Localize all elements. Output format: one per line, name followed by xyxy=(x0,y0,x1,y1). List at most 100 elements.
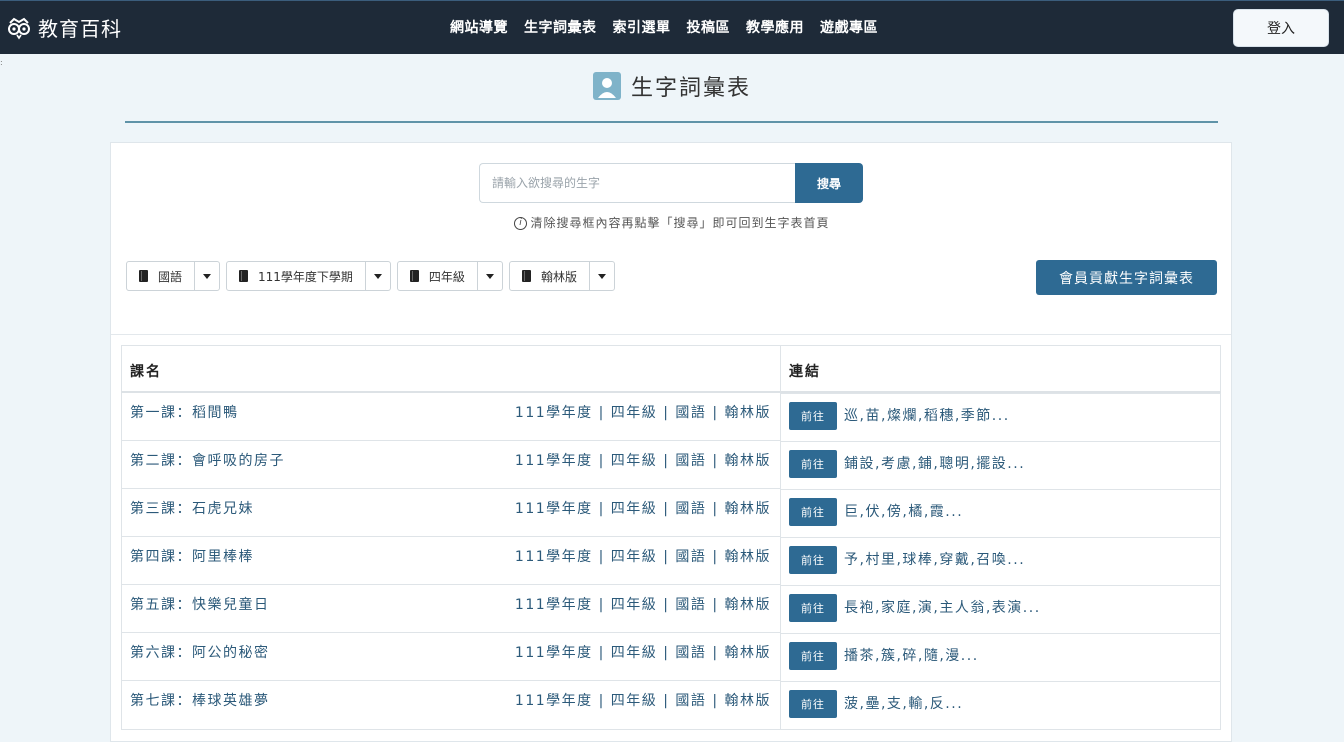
filter-semester: 111學年度下學期 xyxy=(226,261,391,291)
nav-item-submit[interactable]: 投稿區 xyxy=(687,17,731,37)
filter-semester-toggle[interactable] xyxy=(366,262,390,290)
filter-subject-label: 國語 xyxy=(158,269,183,284)
lesson-name-cell: 第五課：快樂兒童日 111學年度 | 四年級 | 國語 | 翰林版 xyxy=(121,584,781,633)
nav-item-teaching[interactable]: 教學應用 xyxy=(746,17,804,37)
lesson-title-link[interactable]: 第一課：稻間鴨 xyxy=(130,402,239,422)
lesson-meta: 111學年度 | 四年級 | 國語 | 翰林版 xyxy=(514,549,771,565)
table-row: 第四課：阿里棒棒 111學年度 | 四年級 | 國語 | 翰林版 前往 予,村里… xyxy=(121,536,1221,585)
nav-item-vocabulary[interactable]: 生字詞彙表 xyxy=(524,17,597,37)
book-icon xyxy=(239,270,249,282)
brand-logo[interactable]: 教育百科 xyxy=(6,13,122,42)
book-icon xyxy=(409,270,419,282)
lesson-title-link[interactable]: 第二課：會呼吸的房子 xyxy=(130,450,285,470)
lesson-characters: 予,村里,球棒,穿戴,召喚... xyxy=(844,551,1026,568)
filter-grade-label: 四年級 xyxy=(428,269,465,284)
table-row: 第五課：快樂兒童日 111學年度 | 四年級 | 國語 | 翰林版 前往 長袍,… xyxy=(121,584,1221,633)
search-hint: i 清除搜尋框內容再點擊「搜尋」即可回到生字表首頁 xyxy=(111,214,1233,231)
go-button[interactable]: 前往 xyxy=(789,689,837,718)
lesson-characters: 菠,壘,支,輸,反... xyxy=(844,695,964,712)
go-button[interactable]: 前往 xyxy=(789,497,837,526)
filter-grade-toggle[interactable] xyxy=(478,262,502,290)
table-row: 第六課：阿公的秘密 111學年度 | 四年級 | 國語 | 翰林版 前往 播茶,… xyxy=(121,632,1221,681)
edge-marker: : xyxy=(0,58,3,67)
book-icon xyxy=(521,270,531,282)
user-profile-icon xyxy=(592,72,621,100)
top-navbar: 教育百科 網站導覽 生字詞彙表 索引選單 投稿區 教學應用 遊戲專區 登入 xyxy=(0,0,1344,54)
lesson-link-cell: 前往 巡,苗,燦爛,稻穗,季節... xyxy=(781,392,1220,441)
lesson-title-link[interactable]: 第五課：快樂兒童日 xyxy=(130,594,270,614)
lesson-characters: 鋪設,考慮,鋪,聰明,擺設... xyxy=(844,455,1026,472)
search-bar: 搜尋 xyxy=(479,163,863,203)
info-icon: i xyxy=(514,217,528,230)
brand-name: 教育百科 xyxy=(38,17,122,41)
table-row: 第二課：會呼吸的房子 111學年度 | 四年級 | 國語 | 翰林版 前往 鋪設… xyxy=(121,440,1221,489)
lesson-title-link[interactable]: 第六課：阿公的秘密 xyxy=(130,642,270,662)
heading-divider xyxy=(125,121,1218,123)
filter-group: 國語 111學年度下學期 四年級 翰林版 xyxy=(126,261,621,291)
page-title: 生字詞彙表 xyxy=(630,76,751,101)
lesson-meta: 111學年度 | 四年級 | 國語 | 翰林版 xyxy=(514,501,771,517)
nav-item-index[interactable]: 索引選單 xyxy=(613,17,671,37)
lesson-title-link[interactable]: 第四課：阿里棒棒 xyxy=(130,546,254,566)
lesson-title-link[interactable]: 第七課：棒球英雄夢 xyxy=(130,690,270,710)
lesson-link-cell: 前往 菠,壘,支,輸,反... xyxy=(781,680,1220,729)
lesson-name-cell: 第六課：阿公的秘密 111學年度 | 四年級 | 國語 | 翰林版 xyxy=(121,632,781,681)
lesson-meta: 111學年度 | 四年級 | 國語 | 翰林版 xyxy=(514,645,771,661)
filter-subject: 國語 xyxy=(126,261,221,291)
lesson-link-cell: 前往 巨,伏,傍,橘,霞... xyxy=(781,488,1220,537)
caret-down-icon xyxy=(485,273,494,279)
main-nav: 網站導覽 生字詞彙表 索引選單 投稿區 教學應用 遊戲專區 xyxy=(450,17,894,37)
login-button[interactable]: 登入 xyxy=(1233,9,1329,47)
contribute-vocabulary-button[interactable]: 會員貢獻生字詞彙表 xyxy=(1036,260,1217,295)
lesson-link-cell: 前往 予,村里,球棒,穿戴,召喚... xyxy=(781,536,1220,585)
lesson-link-cell: 前往 長袍,家庭,演,主人翁,表演... xyxy=(781,584,1220,633)
search-button[interactable]: 搜尋 xyxy=(795,163,863,203)
lesson-meta: 111學年度 | 四年級 | 國語 | 翰林版 xyxy=(514,693,771,709)
filter-publisher-button[interactable]: 翰林版 xyxy=(510,262,590,290)
go-button[interactable]: 前往 xyxy=(789,545,837,574)
filter-publisher-label: 翰林版 xyxy=(540,269,577,284)
column-header-link: 連結 xyxy=(780,345,1221,393)
go-button[interactable]: 前往 xyxy=(789,593,837,622)
lesson-name-cell: 第二課：會呼吸的房子 111學年度 | 四年級 | 國語 | 翰林版 xyxy=(121,440,781,489)
search-input[interactable] xyxy=(479,163,795,203)
lesson-characters: 播茶,簇,碎,隨,漫... xyxy=(844,647,979,664)
lesson-name-cell: 第三課：石虎兄妹 111學年度 | 四年級 | 國語 | 翰林版 xyxy=(121,488,781,537)
page-heading: 生字詞彙表 xyxy=(0,70,1344,102)
nav-item-site-guide[interactable]: 網站導覽 xyxy=(450,17,508,37)
go-button[interactable]: 前往 xyxy=(789,449,837,478)
table-row: 第一課：稻間鴨 111學年度 | 四年級 | 國語 | 翰林版 前往 巡,苗,燦… xyxy=(121,391,1221,441)
lesson-meta: 111學年度 | 四年級 | 國語 | 翰林版 xyxy=(514,453,771,469)
caret-down-icon xyxy=(203,273,212,279)
go-button[interactable]: 前往 xyxy=(789,401,837,430)
table-row: 第三課：石虎兄妹 111學年度 | 四年級 | 國語 | 翰林版 前往 巨,伏,… xyxy=(121,488,1221,537)
lesson-title-link[interactable]: 第三課：石虎兄妹 xyxy=(130,498,254,518)
lesson-characters: 長袍,家庭,演,主人翁,表演... xyxy=(844,599,1041,616)
lesson-name-cell: 第七課：棒球英雄夢 111學年度 | 四年級 | 國語 | 翰林版 xyxy=(121,680,781,729)
owl-logo-icon xyxy=(8,17,30,39)
filter-semester-button[interactable]: 111學年度下學期 xyxy=(227,262,366,290)
filter-subject-button[interactable]: 國語 xyxy=(127,262,196,290)
search-hint-text: 清除搜尋框內容再點擊「搜尋」即可回到生字表首頁 xyxy=(530,216,830,230)
lesson-link-cell: 前往 播茶,簇,碎,隨,漫... xyxy=(781,632,1220,681)
table-row: 第七課：棒球英雄夢 111學年度 | 四年級 | 國語 | 翰林版 前往 菠,壘… xyxy=(121,680,1221,729)
filter-publisher-toggle[interactable] xyxy=(590,262,614,290)
column-header-lesson: 課名 xyxy=(121,345,781,393)
filter-grade: 四年級 xyxy=(396,261,503,291)
lesson-meta: 111學年度 | 四年級 | 國語 | 翰林版 xyxy=(514,597,771,613)
filter-subject-toggle[interactable] xyxy=(195,262,219,290)
vocabulary-panel: 搜尋 i清除搜尋框內容再點擊「搜尋」即可回到生字表首頁 國語 111學年度下學期… xyxy=(110,142,1232,742)
go-button[interactable]: 前往 xyxy=(789,641,837,670)
lesson-name-cell: 第四課：阿里棒棒 111學年度 | 四年級 | 國語 | 翰林版 xyxy=(121,536,781,585)
lesson-table: 課名 連結 第一課：稻間鴨 111學年度 | 四年級 | 國語 | 翰林版 前往… xyxy=(121,345,1221,730)
book-icon xyxy=(139,270,148,282)
filter-grade-button[interactable]: 四年級 xyxy=(398,262,478,290)
lesson-characters: 巨,伏,傍,橘,霞... xyxy=(844,503,964,520)
nav-item-games[interactable]: 遊戲專區 xyxy=(820,17,878,37)
filter-publisher: 翰林版 xyxy=(508,261,615,291)
filter-semester-label: 111學年度下學期 xyxy=(258,269,353,284)
caret-down-icon xyxy=(373,273,382,279)
caret-down-icon xyxy=(597,273,606,279)
table-header-row: 課名 連結 xyxy=(121,345,1221,393)
lesson-meta: 111學年度 | 四年級 | 國語 | 翰林版 xyxy=(514,404,771,421)
